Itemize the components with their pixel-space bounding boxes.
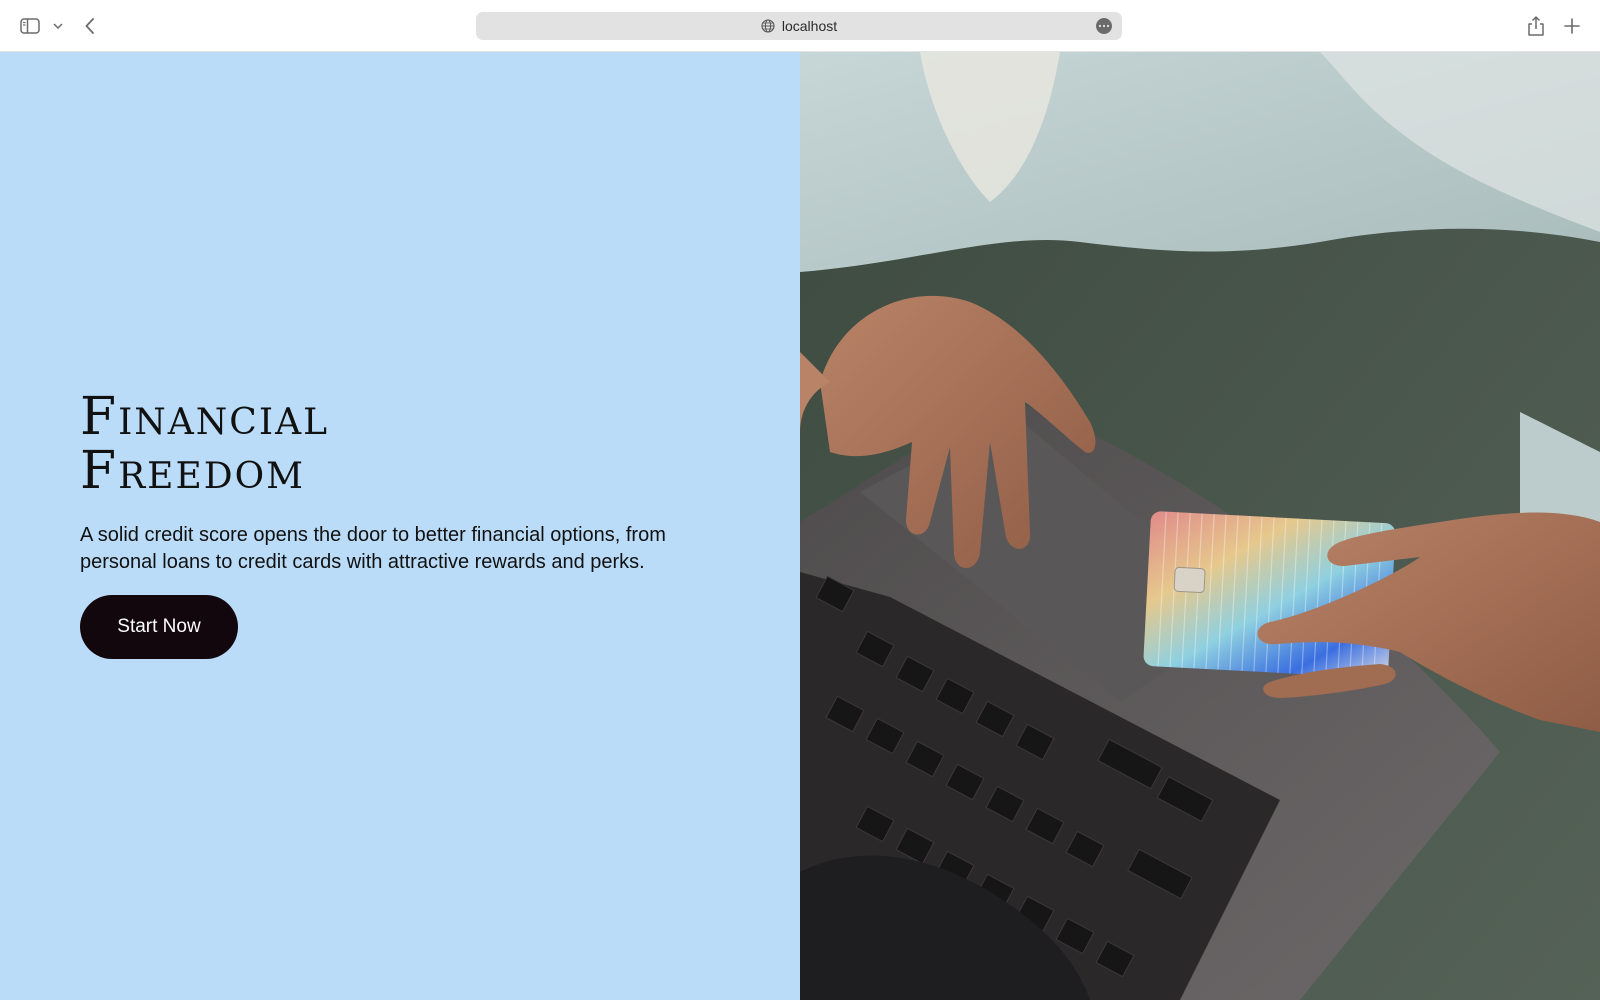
url-text: localhost [781, 18, 838, 34]
hero-title-line-1: Financial [80, 387, 329, 447]
hero-description: A solid credit score opens the door to b… [80, 524, 666, 573]
address-bar[interactable]: localhost [476, 12, 1122, 40]
hero-text-panel: Financial Freedom A solid credit score o… [0, 52, 800, 1000]
chevron-left-icon[interactable] [78, 12, 102, 40]
hero-title: Financial Freedom [80, 390, 640, 498]
globe-icon [761, 19, 775, 33]
share-icon[interactable] [1524, 12, 1548, 40]
chevron-down-icon[interactable] [50, 12, 66, 40]
start-now-button[interactable]: Start Now [80, 595, 238, 659]
ellipsis-icon[interactable] [1096, 18, 1112, 34]
plus-icon[interactable] [1560, 12, 1584, 40]
browser-toolbar: localhost [0, 0, 1600, 52]
hero-title-line-2: Freedom [80, 441, 305, 501]
hero-section: Financial Freedom A solid credit score o… [0, 52, 1600, 1000]
sidebar-icon[interactable] [16, 12, 44, 40]
hero-image [800, 52, 1600, 1000]
